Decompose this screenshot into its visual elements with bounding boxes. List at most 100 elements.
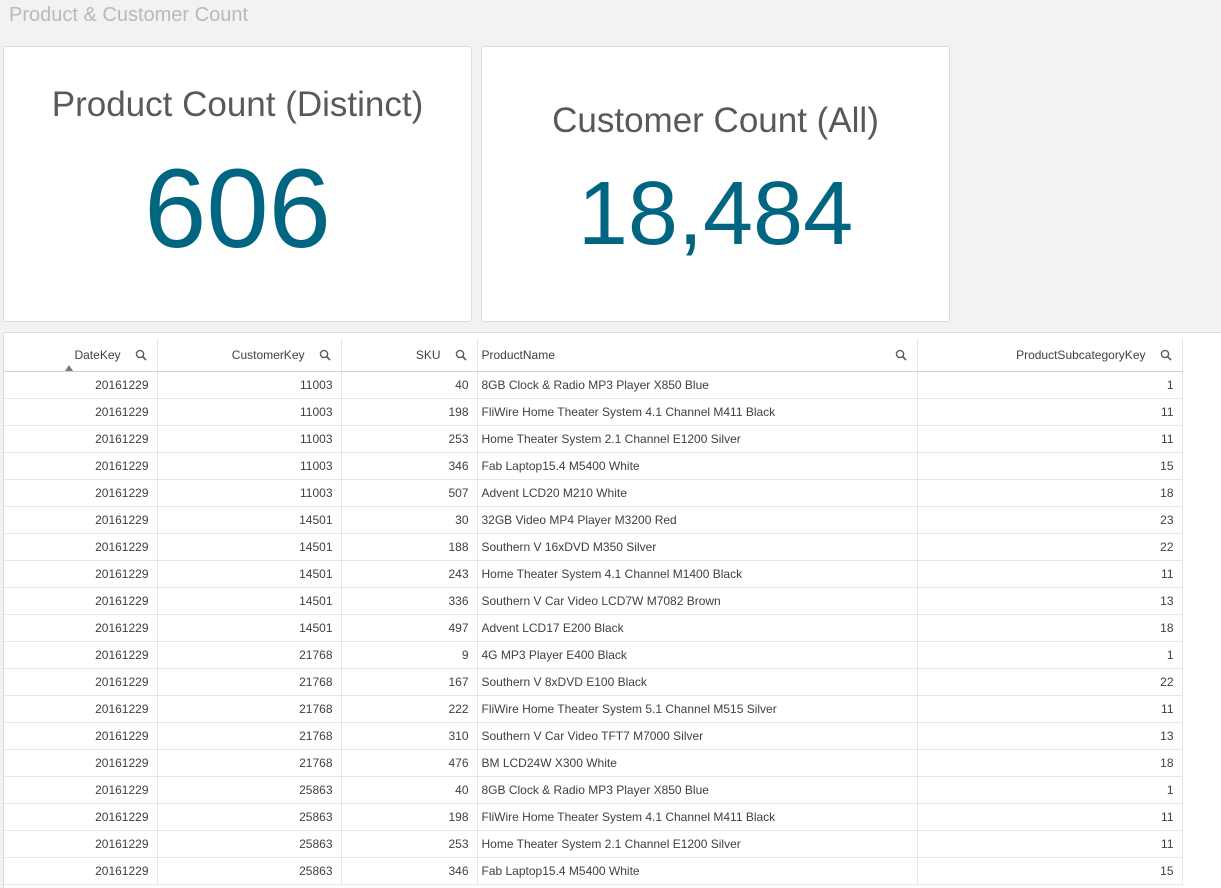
cell-customerkey[interactable]: 14501 — [157, 560, 342, 588]
cell-productname[interactable]: Home Theater System 2.1 Channel E1200 Si… — [477, 830, 918, 858]
search-icon[interactable] — [895, 349, 907, 361]
cell-productsubcategorykey[interactable]: 13 — [917, 722, 1183, 750]
cell-datekey[interactable]: 20161229 — [4, 398, 158, 426]
table-row[interactable]: 20161229 21768 167 Southern V 8xDVD E100 Bl… — [4, 668, 1183, 696]
cell-productname[interactable]: 8GB Clock & Radio MP3 Player X850 Blue — [477, 776, 918, 804]
table-row[interactable]: 20161229 14501 336 Southern V Car Video LCD… — [4, 587, 1183, 615]
cell-datekey[interactable]: 20161229 — [4, 425, 158, 453]
cell-productname[interactable]: FliWire Home Theater System 5.1 Channel … — [477, 695, 918, 723]
cell-productname[interactable]: Southern V 16xDVD M350 Silver — [477, 533, 918, 561]
kpi-customer-count[interactable]: Customer Count (All) 18,484 — [481, 46, 950, 322]
table-row[interactable]: 20161229 21768 310 Southern V Car Video TFT… — [4, 722, 1183, 750]
cell-datekey[interactable]: 20161229 — [4, 479, 158, 507]
cell-customerkey[interactable]: 11003 — [157, 398, 342, 426]
cell-sku[interactable]: 198 — [341, 803, 478, 831]
cell-productsubcategorykey[interactable]: 11 — [917, 830, 1183, 858]
cell-productsubcategorykey[interactable]: 11 — [917, 425, 1183, 453]
cell-customerkey[interactable]: 21768 — [157, 641, 342, 669]
cell-productname[interactable]: FliWire Home Theater System 4.1 Channel … — [477, 398, 918, 426]
cell-sku[interactable]: 253 — [341, 425, 478, 453]
cell-sku[interactable]: 253 — [341, 830, 478, 858]
cell-sku[interactable]: 9 — [341, 641, 478, 669]
table-row[interactable]: 20161229 11003 346 Fab Laptop15.4 M5400 Whi… — [4, 452, 1183, 480]
cell-productsubcategorykey[interactable]: 23 — [917, 506, 1183, 534]
column-header-datekey[interactable]: DateKey — [4, 338, 158, 372]
cell-datekey[interactable]: 20161229 — [4, 830, 158, 858]
column-header-customerkey[interactable]: CustomerKey — [157, 338, 342, 372]
cell-customerkey[interactable]: 11003 — [157, 452, 342, 480]
cell-productsubcategorykey[interactable]: 22 — [917, 533, 1183, 561]
table-row[interactable]: 20161229 14501 497 Advent LCD17 E200 Black 1… — [4, 614, 1183, 642]
table-row[interactable]: 20161229 25863 40 8GB Clock & Radio MP3 Pla… — [4, 776, 1183, 804]
cell-productname[interactable]: 4G MP3 Player E400 Black — [477, 641, 918, 669]
cell-customerkey[interactable]: 25863 — [157, 857, 342, 885]
cell-productname[interactable]: Fab Laptop15.4 M5400 White — [477, 452, 918, 480]
cell-productname[interactable]: Advent LCD20 M210 White — [477, 479, 918, 507]
cell-productsubcategorykey[interactable]: 13 — [917, 587, 1183, 615]
cell-productname[interactable]: 32GB Video MP4 Player M3200 Red — [477, 506, 918, 534]
cell-sku[interactable]: 40 — [341, 371, 478, 399]
column-header-productsubcategorykey[interactable]: ProductSubcategoryKey — [917, 338, 1183, 372]
cell-productsubcategorykey[interactable]: 15 — [917, 452, 1183, 480]
cell-sku[interactable]: 497 — [341, 614, 478, 642]
cell-datekey[interactable]: 20161229 — [4, 614, 158, 642]
cell-datekey[interactable]: 20161229 — [4, 668, 158, 696]
cell-datekey[interactable]: 20161229 — [4, 371, 158, 399]
cell-customerkey[interactable]: 21768 — [157, 695, 342, 723]
cell-productsubcategorykey[interactable]: 18 — [917, 614, 1183, 642]
cell-customerkey[interactable]: 25863 — [157, 803, 342, 831]
search-icon[interactable] — [135, 349, 147, 361]
cell-datekey[interactable]: 20161229 — [4, 749, 158, 777]
cell-customerkey[interactable]: 25863 — [157, 776, 342, 804]
cell-customerkey[interactable]: 11003 — [157, 479, 342, 507]
table-row[interactable]: 20161229 21768 476 BM LCD24W X300 White 18 — [4, 749, 1183, 777]
cell-productname[interactable]: Southern V Car Video LCD7W M7082 Brown — [477, 587, 918, 615]
cell-sku[interactable]: 346 — [341, 452, 478, 480]
cell-productsubcategorykey[interactable]: 11 — [917, 398, 1183, 426]
cell-productsubcategorykey[interactable]: 1 — [917, 371, 1183, 399]
table-row[interactable]: 20161229 25863 198 FliWire Home Theater Sys… — [4, 803, 1183, 831]
cell-sku[interactable]: 476 — [341, 749, 478, 777]
cell-datekey[interactable]: 20161229 — [4, 641, 158, 669]
cell-productsubcategorykey[interactable]: 1 — [917, 641, 1183, 669]
cell-productname[interactable]: Advent LCD17 E200 Black — [477, 614, 918, 642]
cell-customerkey[interactable]: 21768 — [157, 749, 342, 777]
table-row[interactable]: 20161229 14501 243 Home Theater System 4.1 … — [4, 560, 1183, 588]
table-row[interactable]: 20161229 11003 198 FliWire Home Theater Sys… — [4, 398, 1183, 426]
table-row[interactable]: 20161229 21768 9 4G MP3 Player E400 Black 1 — [4, 641, 1183, 669]
cell-productsubcategorykey[interactable]: 22 — [917, 668, 1183, 696]
cell-sku[interactable]: 188 — [341, 533, 478, 561]
cell-productname[interactable]: Home Theater System 4.1 Channel M1400 Bl… — [477, 560, 918, 588]
cell-customerkey[interactable]: 14501 — [157, 506, 342, 534]
cell-datekey[interactable]: 20161229 — [4, 695, 158, 723]
table-row[interactable]: 20161229 14501 30 32GB Video MP4 Player M32… — [4, 506, 1183, 534]
cell-sku[interactable]: 167 — [341, 668, 478, 696]
table-row[interactable]: 20161229 14501 188 Southern V 16xDVD M350 S… — [4, 533, 1183, 561]
cell-datekey[interactable]: 20161229 — [4, 452, 158, 480]
cell-productname[interactable]: 8GB Clock & Radio MP3 Player X850 Blue — [477, 371, 918, 399]
cell-sku[interactable]: 243 — [341, 560, 478, 588]
cell-productsubcategorykey[interactable]: 18 — [917, 479, 1183, 507]
cell-datekey[interactable]: 20161229 — [4, 776, 158, 804]
cell-productname[interactable]: BM LCD24W X300 White — [477, 749, 918, 777]
cell-sku[interactable]: 222 — [341, 695, 478, 723]
cell-sku[interactable]: 336 — [341, 587, 478, 615]
cell-customerkey[interactable]: 11003 — [157, 425, 342, 453]
cell-productsubcategorykey[interactable]: 15 — [917, 857, 1183, 885]
cell-customerkey[interactable]: 14501 — [157, 587, 342, 615]
cell-datekey[interactable]: 20161229 — [4, 533, 158, 561]
table-row[interactable]: 20161229 21768 222 FliWire Home Theater Sys… — [4, 695, 1183, 723]
cell-customerkey[interactable]: 25863 — [157, 830, 342, 858]
cell-customerkey[interactable]: 11003 — [157, 371, 342, 399]
cell-datekey[interactable]: 20161229 — [4, 560, 158, 588]
cell-productname[interactable]: Fab Laptop15.4 M5400 White — [477, 857, 918, 885]
cell-productsubcategorykey[interactable]: 11 — [917, 560, 1183, 588]
cell-sku[interactable]: 346 — [341, 857, 478, 885]
column-header-sku[interactable]: SKU — [341, 338, 478, 372]
search-icon[interactable] — [319, 349, 331, 361]
table-row[interactable]: 20161229 11003 40 8GB Clock & Radio MP3 Pla… — [4, 371, 1183, 399]
column-header-productname[interactable]: ProductName — [477, 338, 918, 372]
cell-sku[interactable]: 198 — [341, 398, 478, 426]
cell-datekey[interactable]: 20161229 — [4, 506, 158, 534]
cell-sku[interactable]: 310 — [341, 722, 478, 750]
